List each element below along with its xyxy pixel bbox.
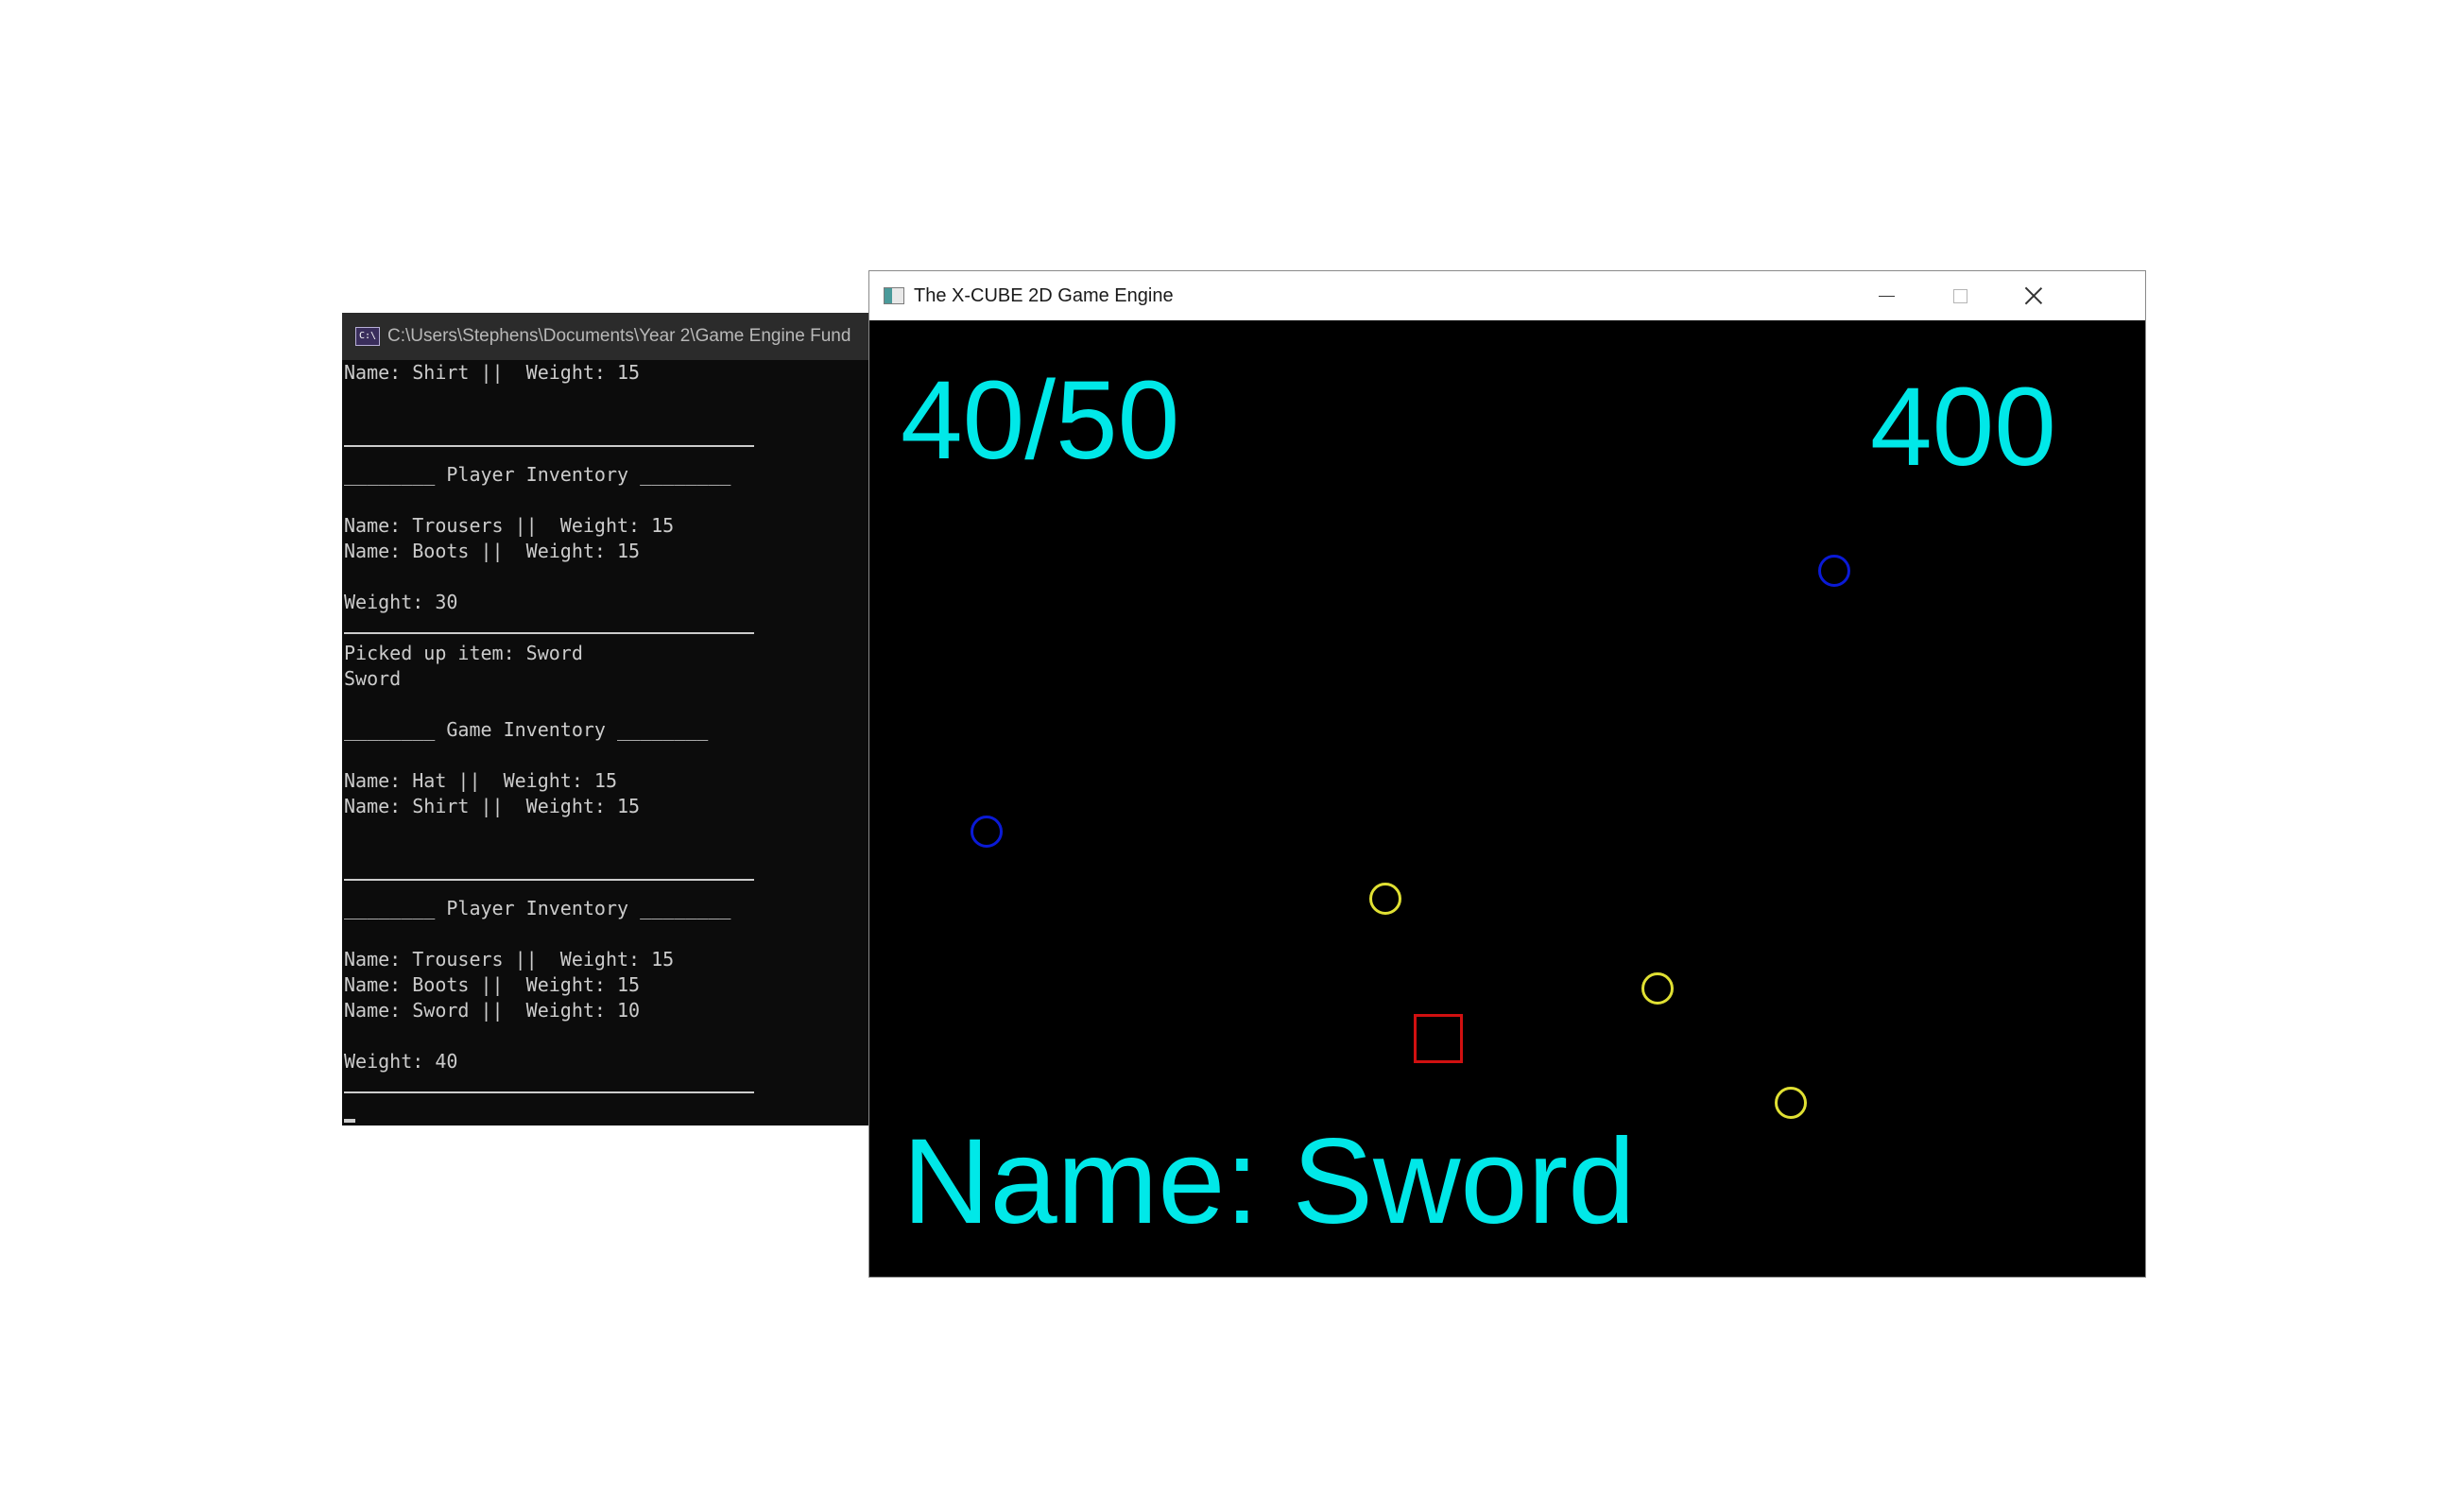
game-title-bar[interactable]: The X-CUBE 2D Game Engine <box>869 271 2145 320</box>
console-line: Sword <box>344 667 402 690</box>
console-line: Weight: 40 <box>344 1050 458 1073</box>
close-button[interactable] <box>1997 271 2070 320</box>
console-line: Name: Boots || Weight: 15 <box>344 973 641 996</box>
console-line: Picked up item: Sword <box>344 642 583 664</box>
console-line: Name: Shirt || Weight: 15 <box>344 361 641 384</box>
minimize-button[interactable] <box>1849 271 1923 320</box>
app-window-icon <box>884 287 904 304</box>
game-canvas[interactable]: 40/50 400 Name: Sword <box>869 320 2145 1277</box>
console-line: ________ Player Inventory ________ <box>344 463 731 486</box>
game-window-title: The X-CUBE 2D Game Engine <box>914 284 1174 306</box>
yellow-circle-item <box>1775 1087 1807 1119</box>
yellow-circle-item <box>1641 972 1674 1005</box>
blue-circle-sprite <box>1818 555 1850 587</box>
maximize-icon <box>1952 288 1967 303</box>
console-line: ________ Game Inventory ________ <box>344 718 709 741</box>
console-line: Name: Boots || Weight: 15 <box>344 540 641 562</box>
console-separator <box>344 632 754 634</box>
player-square <box>1414 1014 1463 1063</box>
console-window[interactable]: C:\ C:\Users\Stephens\Documents\Year 2\G… <box>342 313 871 1125</box>
yellow-circle-item <box>1369 883 1401 915</box>
console-line: Name: Trousers || Weight: 15 <box>344 514 675 537</box>
console-window-title: C:\Users\Stephens\Documents\Year 2\Game … <box>387 326 851 346</box>
console-output[interactable]: Name: Shirt || Weight: 15 ________ Playe… <box>342 360 871 1125</box>
blue-circle-sprite <box>971 816 1003 848</box>
game-window[interactable]: The X-CUBE 2D Game Engine 40/50 400 Name… <box>868 270 2146 1278</box>
console-separator <box>344 879 754 881</box>
console-line: ________ Player Inventory ________ <box>344 897 731 919</box>
hud-weight-readout: 40/50 <box>901 358 1180 483</box>
maximize-button[interactable] <box>1923 271 1997 320</box>
minimize-icon <box>1878 295 1895 297</box>
console-line: Name: Shirt || Weight: 15 <box>344 795 641 817</box>
console-line: Name: Trousers || Weight: 15 <box>344 948 675 971</box>
console-line: Name: Sword || Weight: 10 <box>344 999 641 1022</box>
close-icon <box>2024 286 2043 305</box>
console-app-icon: C:\ <box>355 327 380 346</box>
hud-score: 400 <box>1870 365 2056 490</box>
console-cursor <box>344 1119 355 1123</box>
console-separator <box>344 445 754 447</box>
console-line: Weight: 30 <box>344 591 458 613</box>
hud-item-name: Name: Sword <box>902 1114 1636 1249</box>
console-title-bar[interactable]: C:\ C:\Users\Stephens\Documents\Year 2\G… <box>342 313 871 360</box>
console-separator <box>344 1091 754 1093</box>
console-line: Name: Hat || Weight: 15 <box>344 769 617 792</box>
